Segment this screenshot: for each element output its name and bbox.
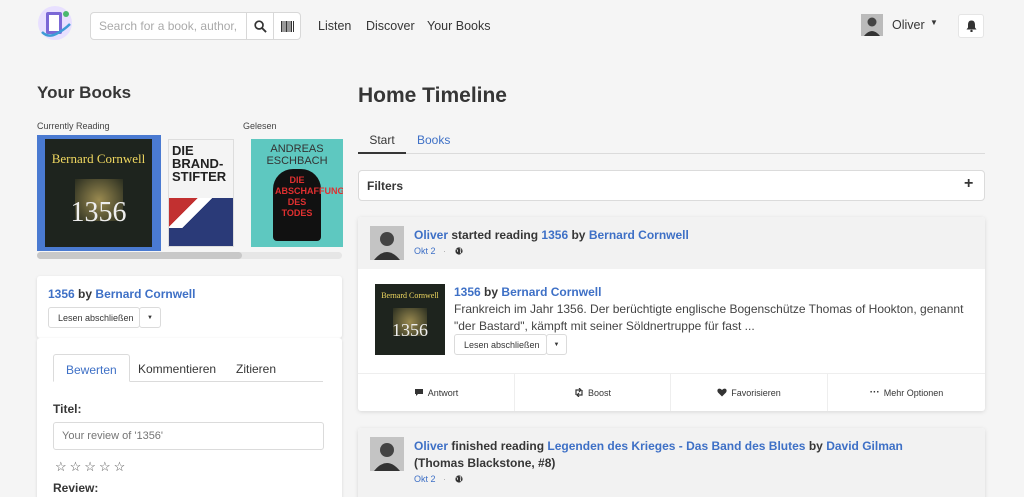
filters-panel[interactable] (358, 170, 985, 201)
cover-title: DIE BRAND-STIFTER (172, 143, 227, 184)
user-avatar[interactable] (861, 14, 883, 36)
bookwyrm-logo[interactable] (36, 4, 74, 42)
tab-kommentieren[interactable]: Kommentieren (126, 354, 228, 382)
shelf-scrollbar-thumb[interactable] (37, 252, 242, 259)
post-actions-bar: Antwort Boost Favorisieren ··· Mehr Opti… (358, 374, 985, 411)
timeline-tabs-line (358, 153, 985, 154)
finish-reading-button[interactable]: Lesen abschließen (48, 307, 140, 328)
user-menu-name[interactable]: Oliver (892, 18, 925, 32)
book-title-link[interactable]: 1356 (48, 287, 75, 301)
nav-link-your-books[interactable]: Your Books (427, 19, 490, 33)
cover-author: Bernard Cornwell (381, 291, 439, 300)
tab-start[interactable]: Start (358, 131, 406, 154)
post-book-link[interactable]: Legenden des Krieges - Das Band des Blut… (547, 439, 805, 453)
post-header-text: Oliver finished reading Legenden des Kri… (414, 438, 934, 472)
book-cover-die-brandstifter[interactable]: DIE BRAND-STIFTER (168, 139, 234, 247)
post-book-description: Frankreich im Jahr 1356. Der berüchtigte… (454, 302, 964, 333)
by-text: by (808, 439, 823, 453)
filters-label[interactable]: Filters (367, 179, 403, 193)
reply-icon (414, 389, 423, 396)
nav-link-listen[interactable]: Listen (318, 19, 351, 33)
post-author-link[interactable]: Bernard Cornwell (589, 228, 689, 242)
post-header-text: Oliver started reading 1356 by Bernard C… (414, 228, 689, 242)
favorite-label: Favorisieren (731, 387, 781, 398)
separator-dot: · (443, 474, 446, 484)
book-author-link[interactable]: Bernard Cornwell (95, 287, 195, 301)
barcode-icon (280, 20, 294, 32)
boost-button[interactable]: Boost (515, 374, 671, 411)
your-books-heading: Your Books (37, 83, 132, 102)
post-date[interactable]: Okt 2 (414, 246, 436, 256)
post-action-text: finished reading (451, 439, 545, 453)
post-user-link[interactable]: Oliver (414, 228, 448, 242)
barcode-scan-button[interactable] (273, 12, 301, 40)
status-post-header (358, 217, 985, 269)
shelf-label-currently-reading[interactable]: Currently Reading (37, 121, 110, 131)
post-author-link[interactable]: David Gilman (826, 439, 903, 453)
cover-title: 1356 (392, 320, 428, 340)
body-book-link[interactable]: 1356 (454, 285, 481, 299)
favorite-button[interactable]: Favorisieren (671, 374, 828, 411)
book-cover-abschaffung-des-todes[interactable]: ANDREAS ESCHBACH DIE ABSCHAFFUNG DES TOD… (251, 139, 343, 247)
cover-title: 1356 (70, 197, 127, 228)
by-text: by (78, 287, 93, 301)
shelf-label-gelesen[interactable]: Gelesen (243, 121, 277, 131)
review-label: Review: (53, 481, 99, 495)
separator-dot: · (443, 246, 446, 256)
boost-label: Boost (587, 387, 611, 398)
post-body-book-title: 1356 by Bernard Cornwell (454, 285, 601, 299)
globe-icon (455, 247, 463, 255)
by-text: by (571, 228, 586, 242)
search-input[interactable] (90, 12, 247, 40)
plus-icon[interactable]: + (964, 175, 973, 193)
reply-label: Antwort (427, 387, 459, 398)
cover-author: ANDREAS ESCHBACH (266, 143, 328, 167)
finish-reading-button[interactable]: Lesen abschließen (454, 334, 547, 355)
heart-icon (717, 388, 727, 397)
search-button[interactable] (246, 12, 274, 40)
bell-icon (966, 20, 976, 32)
reply-button[interactable]: Antwort (358, 374, 515, 411)
review-title-input[interactable] (53, 422, 324, 450)
cover-title: DIE ABSCHAFFUNG DES TODES (275, 175, 343, 218)
post-book-cover[interactable]: Bernard Cornwell 1356 (375, 284, 445, 355)
by-text: by (484, 285, 499, 299)
tab-zitieren[interactable]: Zitieren (224, 354, 288, 382)
post-action-text: started reading (451, 228, 539, 242)
post-series-text: (Thomas Blackstone, #8) (414, 456, 556, 470)
cover-author: Bernard Cornwell (51, 151, 146, 166)
boost-icon (575, 388, 583, 397)
post-user-avatar[interactable] (370, 226, 404, 260)
post-user-avatar[interactable] (370, 437, 404, 471)
more-options-label: Mehr Optionen (883, 387, 944, 398)
post-user-link[interactable]: Oliver (414, 439, 448, 453)
post-book-link[interactable]: 1356 (541, 228, 568, 242)
shelf-dropdown-button[interactable]: ▼ (139, 307, 161, 328)
post-date[interactable]: Okt 2 (414, 474, 436, 484)
shelf-dropdown-button[interactable]: ▼ (546, 334, 567, 355)
notifications-button[interactable] (958, 14, 984, 38)
more-options-button[interactable]: ··· Mehr Optionen (828, 374, 985, 411)
book-cover-1356[interactable]: Bernard Cornwell 1356 (45, 139, 152, 247)
book-info-title: 1356 by Bernard Cornwell (48, 287, 195, 301)
body-author-link[interactable]: Bernard Cornwell (501, 285, 601, 299)
tab-books[interactable]: Books (417, 133, 450, 147)
search-icon (253, 19, 267, 33)
nav-link-discover[interactable]: Discover (366, 19, 415, 33)
globe-icon (455, 475, 463, 483)
star-rating[interactable]: ☆☆☆☆☆ (55, 459, 128, 475)
tab-bewerten[interactable]: Bewerten (53, 354, 130, 382)
caret-down-icon[interactable]: ▼ (930, 18, 938, 27)
ellipsis-icon: ··· (869, 387, 880, 398)
timeline-heading: Home Timeline (358, 84, 507, 107)
title-label: Titel: (53, 402, 82, 416)
